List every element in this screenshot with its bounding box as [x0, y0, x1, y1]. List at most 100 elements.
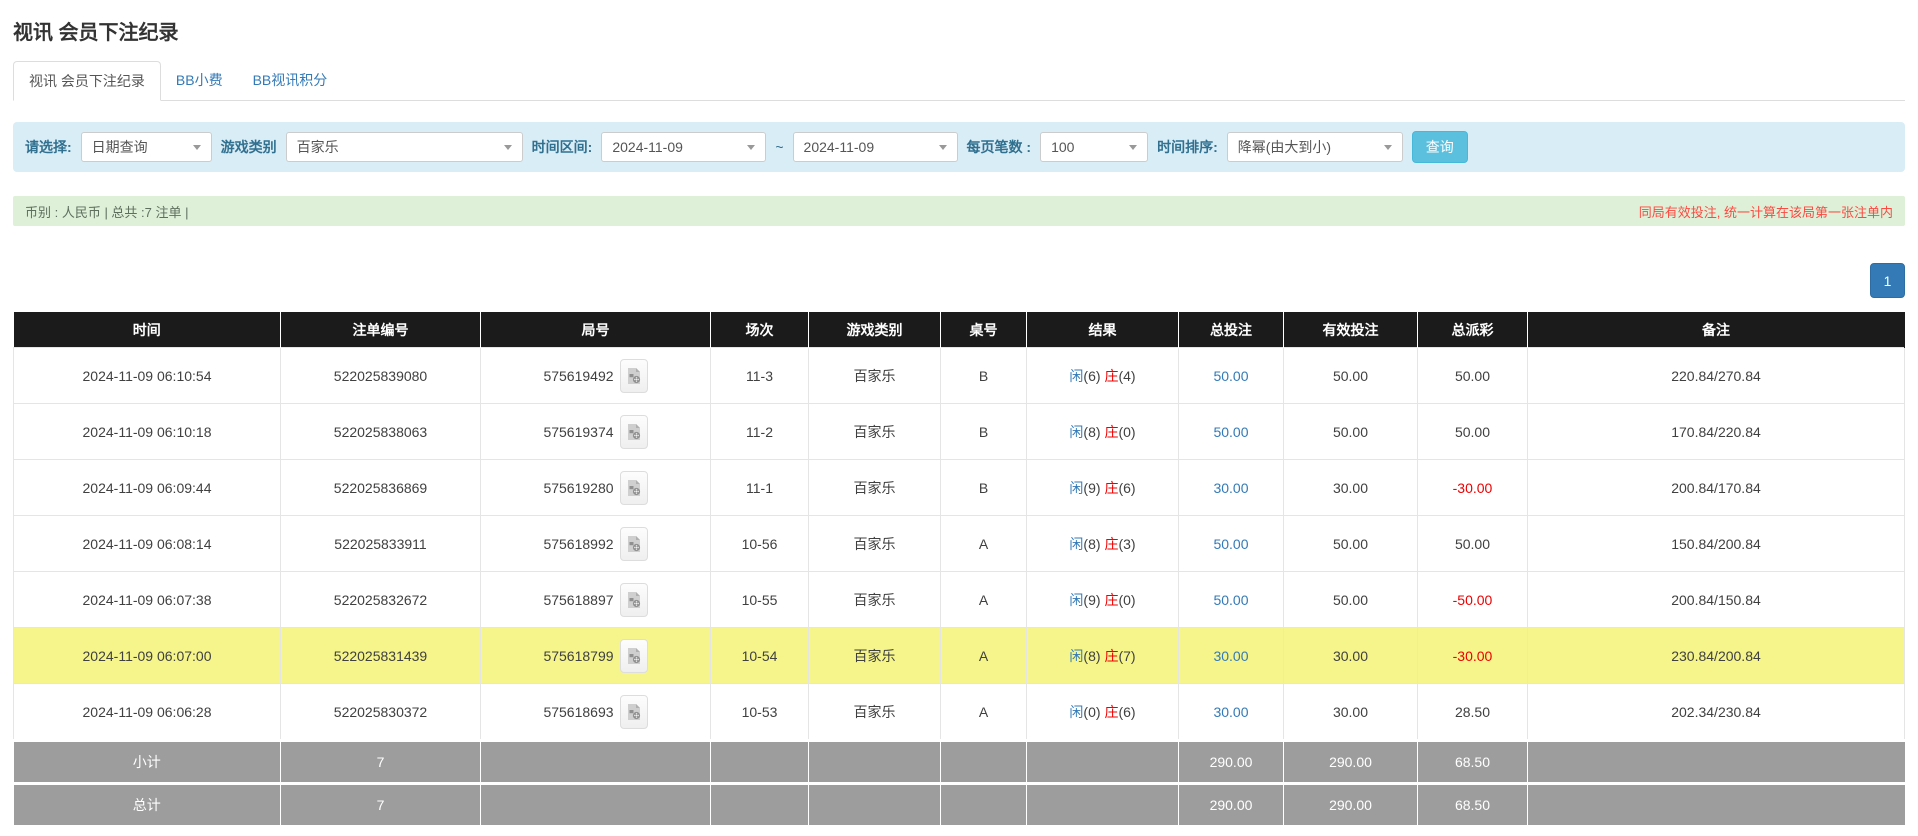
- round-cell: 575618693: [481, 684, 711, 741]
- game-category-select[interactable]: 百家乐: [286, 132, 523, 162]
- table-code-cell: A: [941, 628, 1027, 684]
- payout-cell: -30.00: [1418, 628, 1528, 684]
- result-banker-value: (4): [1118, 368, 1135, 384]
- result-banker-value: (7): [1118, 648, 1135, 664]
- col-header-note: 备注: [1528, 312, 1905, 348]
- empty-cell: [1027, 784, 1179, 826]
- game-category-cell: 百家乐: [809, 684, 941, 741]
- total-bet-link[interactable]: 50.00: [1179, 516, 1284, 572]
- valid-bet-cell: 30.00: [1284, 460, 1418, 516]
- payout-cell: 28.50: [1418, 684, 1528, 741]
- game-category-cell: 百家乐: [809, 460, 941, 516]
- video-replay-button[interactable]: [620, 415, 648, 449]
- empty-cell: [941, 784, 1027, 826]
- note-cell: 170.84/220.84: [1528, 404, 1905, 460]
- page-size-select[interactable]: 100: [1040, 132, 1148, 162]
- session-cell: 10-53: [711, 684, 809, 741]
- round-id: 575618799: [543, 648, 613, 664]
- payout-cell: 50.00: [1418, 348, 1528, 404]
- video-icon: [626, 367, 642, 385]
- payout-cell: -50.00: [1418, 572, 1528, 628]
- result-banker-label: 庄: [1104, 368, 1118, 384]
- choose-label: 请选择:: [25, 137, 72, 157]
- video-icon: [626, 647, 642, 665]
- page-size-label: 每页笔数 :: [967, 137, 1032, 157]
- table-row: 2024-11-09 06:07:38 522025832672 5756188…: [14, 572, 1905, 628]
- time-cell: 2024-11-09 06:10:18: [14, 404, 281, 460]
- result-banker-label: 庄: [1104, 704, 1118, 720]
- page-button-1[interactable]: 1: [1870, 263, 1905, 298]
- result-player-label: 闲: [1069, 424, 1083, 440]
- time-sort-select[interactable]: 降幂(由大到小): [1227, 132, 1403, 162]
- result-banker-label: 庄: [1104, 424, 1118, 440]
- table-row: 2024-11-09 06:10:54 522025839080 5756194…: [14, 348, 1905, 404]
- empty-cell: [809, 741, 941, 784]
- round-id: 575619374: [543, 424, 613, 440]
- subtotal-total-bet: 290.00: [1179, 741, 1284, 784]
- col-header-time: 时间: [14, 312, 281, 348]
- result-player-label: 闲: [1069, 592, 1083, 608]
- table-header: 时间 注单编号 局号 场次 游戏类别 桌号 结果 总投注 有效投注 总派彩 备注: [14, 312, 1905, 348]
- tab-bb-tips[interactable]: BB小费: [161, 61, 238, 101]
- video-replay-button[interactable]: [620, 639, 648, 673]
- video-replay-button[interactable]: [620, 471, 648, 505]
- subtotal-row: 小计 7 290.00 290.00 68.50: [14, 741, 1905, 784]
- subtotal-count: 7: [281, 741, 481, 784]
- video-replay-button[interactable]: [620, 695, 648, 729]
- empty-cell: [711, 784, 809, 826]
- chevron-down-icon: [929, 133, 957, 161]
- result-player-label: 闲: [1069, 648, 1083, 664]
- search-button[interactable]: 查询: [1412, 131, 1468, 163]
- filter-bar: 请选择: 日期查询 游戏类别 百家乐 时间区间: 2024-11-09 ~ 20…: [13, 122, 1905, 172]
- game-category-cell: 百家乐: [809, 516, 941, 572]
- total-bet-link[interactable]: 50.00: [1179, 572, 1284, 628]
- table-code-cell: B: [941, 404, 1027, 460]
- video-replay-button[interactable]: [620, 527, 648, 561]
- grand-total-valid-bet: 290.00: [1284, 784, 1418, 826]
- valid-bet-cell: 30.00: [1284, 628, 1418, 684]
- total-bet-link[interactable]: 30.00: [1179, 460, 1284, 516]
- round-cell: 575619374: [481, 404, 711, 460]
- query-type-select[interactable]: 日期查询: [81, 132, 212, 162]
- game-category-cell: 百家乐: [809, 572, 941, 628]
- video-replay-button[interactable]: [620, 583, 648, 617]
- time-cell: 2024-11-09 06:10:54: [14, 348, 281, 404]
- round-cell: 575618897: [481, 572, 711, 628]
- table-code-cell: A: [941, 516, 1027, 572]
- session-cell: 11-1: [711, 460, 809, 516]
- time-cell: 2024-11-09 06:09:44: [14, 460, 281, 516]
- total-bet-link[interactable]: 50.00: [1179, 404, 1284, 460]
- bet-id-cell: 522025836869: [281, 460, 481, 516]
- empty-cell: [941, 741, 1027, 784]
- round-cell: 575619280: [481, 460, 711, 516]
- video-replay-button[interactable]: [620, 359, 648, 393]
- tab-bar: 视讯 会员下注纪录 BB小费 BB视讯积分: [13, 61, 1905, 101]
- video-icon: [626, 591, 642, 609]
- chevron-down-icon: [1374, 133, 1402, 161]
- total-bet-link[interactable]: 30.00: [1179, 684, 1284, 741]
- result-banker-label: 庄: [1104, 480, 1118, 496]
- total-bet-link[interactable]: 50.00: [1179, 348, 1284, 404]
- total-bet-link[interactable]: 30.00: [1179, 628, 1284, 684]
- result-player-value: (9): [1083, 592, 1100, 608]
- date-from-select[interactable]: 2024-11-09: [601, 132, 766, 162]
- chevron-down-icon: [494, 133, 522, 161]
- time-sort-label: 时间排序:: [1157, 137, 1218, 157]
- game-category-cell: 百家乐: [809, 348, 941, 404]
- summary-currency-total: 币别 : 人民币 | 总共 :7 注单 |: [25, 202, 189, 221]
- game-category-cell: 百家乐: [809, 404, 941, 460]
- col-header-table-code: 桌号: [941, 312, 1027, 348]
- table-code-cell: A: [941, 572, 1027, 628]
- table-footer: 小计 7 290.00 290.00 68.50 总计 7 2: [14, 741, 1905, 826]
- round-cell: 575618992: [481, 516, 711, 572]
- session-cell: 10-56: [711, 516, 809, 572]
- session-cell: 11-2: [711, 404, 809, 460]
- result-banker-value: (0): [1118, 424, 1135, 440]
- date-to-select[interactable]: 2024-11-09: [793, 132, 958, 162]
- tab-betting-records[interactable]: 视讯 会员下注纪录: [13, 61, 161, 101]
- time-sort-value: 降幂(由大到小): [1238, 137, 1331, 157]
- time-cell: 2024-11-09 06:06:28: [14, 684, 281, 741]
- grand-total-count: 7: [281, 784, 481, 826]
- result-cell: 闲(6) 庄(4): [1027, 348, 1179, 404]
- tab-bb-video-points[interactable]: BB视讯积分: [238, 61, 343, 101]
